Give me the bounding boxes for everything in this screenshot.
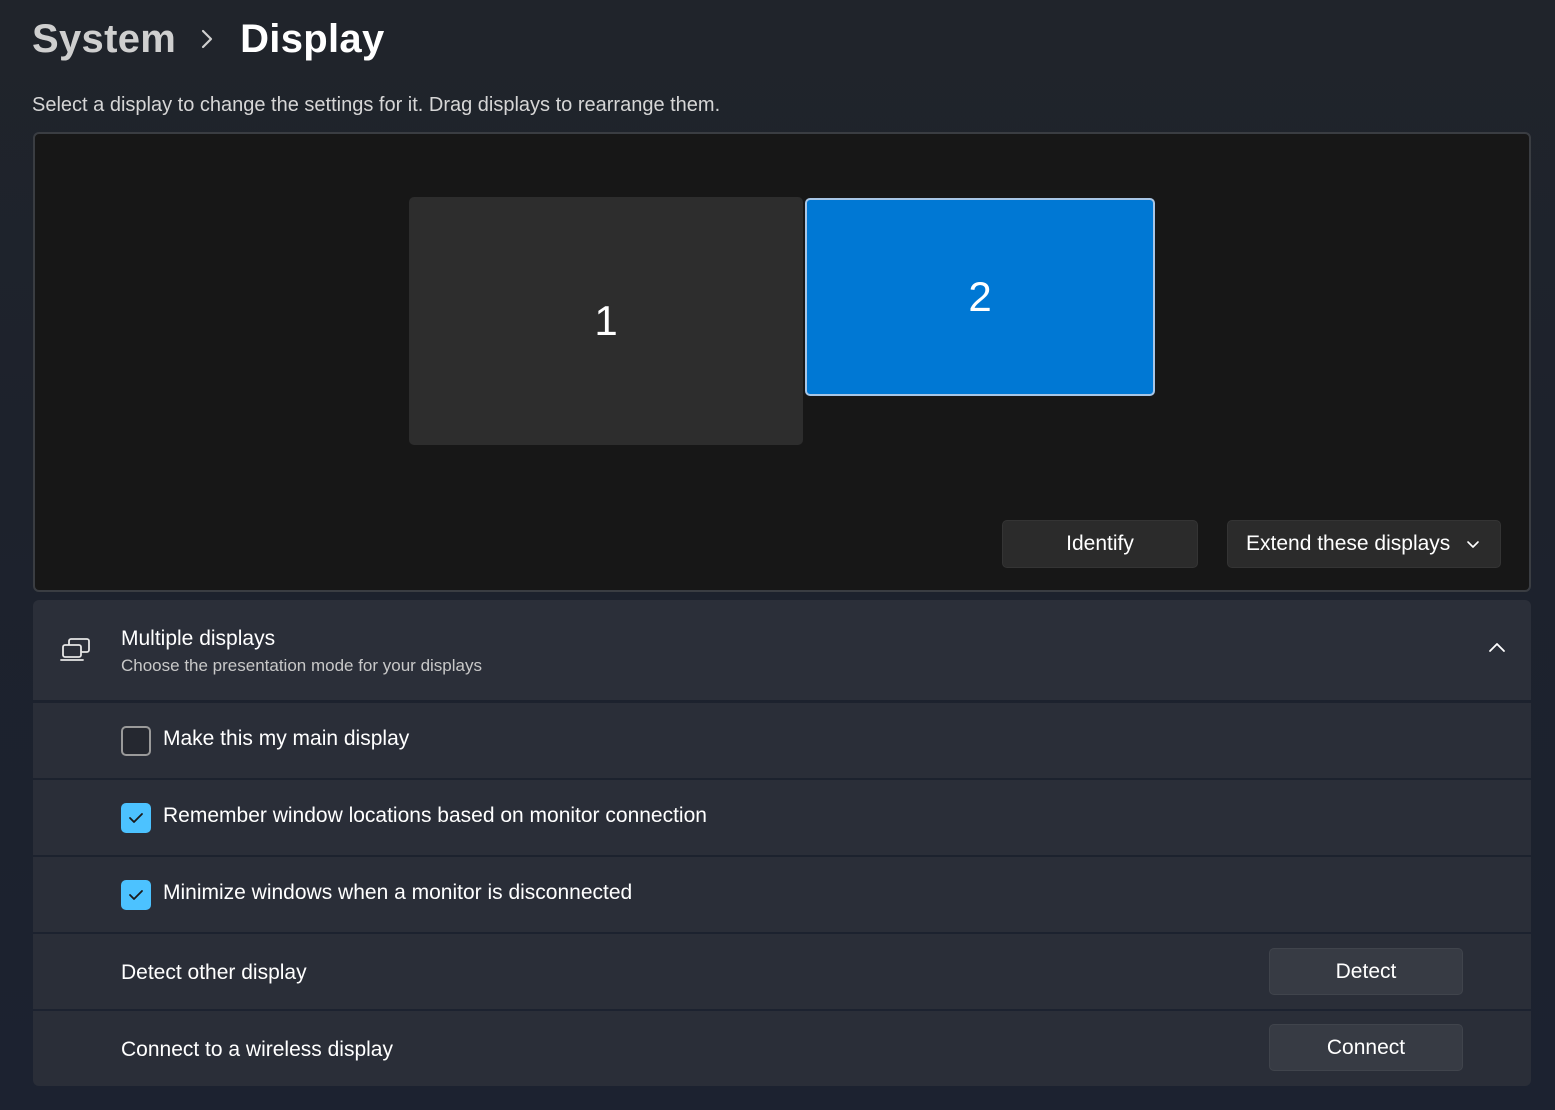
identify-button[interactable]: Identify [1002, 520, 1198, 568]
minimize-windows-checkbox[interactable] [121, 880, 151, 910]
monitor-2-label: 2 [968, 273, 992, 320]
display-mode-dropdown[interactable]: Extend these displays [1227, 520, 1501, 568]
main-display-label: Make this my main display [163, 727, 410, 750]
display-mode-label: Extend these displays [1246, 532, 1451, 555]
chevron-down-icon [1466, 532, 1480, 556]
multiple-displays-subtitle: Choose the presentation mode for your di… [121, 656, 482, 675]
multiple-displays-title: Multiple displays [121, 627, 276, 650]
chevron-up-icon[interactable] [1487, 640, 1507, 659]
breadcrumb: System Display [32, 14, 385, 64]
detect-button-label: Detect [1335, 959, 1397, 983]
option-row-remember-locations: Remember window locations based on monit… [33, 780, 1531, 855]
connect-button[interactable]: Connect [1269, 1024, 1463, 1071]
detect-display-label: Detect other display [121, 961, 307, 984]
display-arrangement-panel: 1 2 Identify Extend these displays [33, 132, 1531, 592]
remember-locations-checkbox[interactable] [121, 803, 151, 833]
checkmark-icon [129, 813, 143, 823]
monitor-1[interactable]: 1 [409, 197, 803, 445]
multiple-displays-header[interactable]: Multiple displays Choose the presentatio… [33, 600, 1531, 700]
wireless-display-row: Connect to a wireless display Connect [33, 1011, 1531, 1086]
wireless-display-label: Connect to a wireless display [121, 1038, 393, 1061]
monitor-2[interactable]: 2 [805, 198, 1155, 396]
page-title: Display [240, 16, 385, 61]
option-row-main-display: Make this my main display [33, 703, 1531, 778]
chevron-right-icon [200, 28, 214, 50]
checkmark-icon [129, 890, 143, 900]
minimize-windows-label: Minimize windows when a monitor is disco… [163, 881, 633, 904]
identify-button-label: Identify [1066, 532, 1134, 555]
detect-button[interactable]: Detect [1269, 948, 1463, 995]
connect-button-label: Connect [1326, 1035, 1406, 1059]
multiple-displays-icon [60, 636, 92, 669]
detect-display-row: Detect other display Detect [33, 934, 1531, 1009]
monitor-1-label: 1 [594, 297, 618, 344]
option-row-minimize-windows: Minimize windows when a monitor is disco… [33, 857, 1531, 932]
remember-locations-label: Remember window locations based on monit… [163, 804, 707, 827]
main-display-checkbox[interactable] [121, 726, 151, 756]
breadcrumb-system[interactable]: System [32, 17, 176, 62]
arrange-instruction: Select a display to change the settings … [32, 94, 721, 116]
